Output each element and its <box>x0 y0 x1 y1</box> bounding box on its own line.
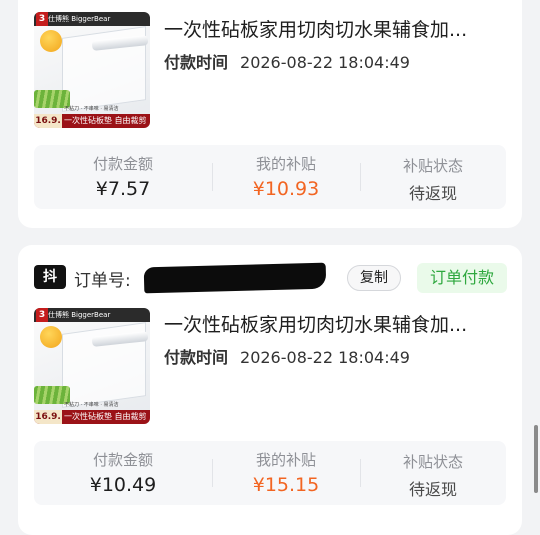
amount-label: 付款金额 <box>92 155 153 173</box>
product-image-badge: 3 <box>36 308 48 322</box>
pay-time: 付款时间 2026-08-22 18:04:49 <box>164 344 410 368</box>
product-image-features: 不粘刀 · 不串味 · 易清洁 <box>64 402 119 408</box>
order-card[interactable]: 抖 订单号: 复制 订单付款 仕博熊 BiggerBear 3 不粘刀 · 不串… <box>18 245 522 535</box>
order-stats: 付款金额 ¥10.49 我的补贴 ¥15.15 补贴状态 待返现 <box>34 441 506 505</box>
subsidy-status-label: 补贴状态 <box>402 453 463 471</box>
order-header: 抖 订单号: 复制 订单付款 <box>34 262 507 294</box>
product-image-brand: 仕博熊 BiggerBear <box>34 12 150 26</box>
subsidy-stat: 我的补贴 ¥10.93 <box>212 145 360 209</box>
subsidy-value: ¥15.15 <box>252 474 320 496</box>
order-stats: 付款金额 ¥7.57 我的补贴 ¥10.93 补贴状态 待返现 <box>34 145 506 209</box>
pay-time-value: 2026-08-22 18:04:49 <box>240 53 410 72</box>
subsidy-status-value: 待返现 <box>408 184 457 203</box>
order-status-badge: 订单付款 <box>417 263 507 293</box>
subsidy-status-stat: 补贴状态 待返现 <box>360 145 506 209</box>
amount-stat: 付款金额 ¥7.57 <box>34 145 212 209</box>
amount-value: ¥7.57 <box>95 178 151 200</box>
redacted-order-number <box>143 262 327 294</box>
subsidy-status-label: 补贴状态 <box>402 157 463 175</box>
product-image-brand: 仕博熊 BiggerBear <box>34 308 150 322</box>
pay-time: 付款时间 2026-08-22 18:04:49 <box>164 49 410 73</box>
subsidy-stat: 我的补贴 ¥15.15 <box>212 441 360 505</box>
product-image-caption: 一次性砧板垫 自由裁剪 <box>64 116 147 125</box>
product-image-price: 16.9. <box>34 114 62 128</box>
lemon-graphic <box>40 30 62 52</box>
pay-time-value: 2026-08-22 18:04:49 <box>240 348 410 367</box>
douyin-icon: 抖 <box>34 265 66 289</box>
subsidy-value: ¥10.93 <box>252 178 320 200</box>
pay-time-label: 付款时间 <box>164 348 229 367</box>
scrollbar[interactable] <box>534 425 538 493</box>
copy-button[interactable]: 复制 <box>347 265 401 291</box>
product-image-features: 不粘刀 · 不串味 · 易清洁 <box>64 106 119 112</box>
pay-time-label: 付款时间 <box>164 53 229 72</box>
order-number-label: 订单号: <box>74 271 131 291</box>
product-image-badge: 3 <box>36 12 48 26</box>
order-card[interactable]: 仕博熊 BiggerBear 3 不粘刀 · 不串味 · 易清洁 16.9. 一… <box>18 0 522 228</box>
product-image[interactable]: 仕博熊 BiggerBear 3 不粘刀 · 不串味 · 易清洁 16.9. 一… <box>34 12 150 128</box>
subsidy-status-stat: 补贴状态 待返现 <box>360 441 506 505</box>
subsidy-label: 我的补贴 <box>255 451 316 469</box>
product-image[interactable]: 仕博熊 BiggerBear 3 不粘刀 · 不串味 · 易清洁 16.9. 一… <box>34 308 150 424</box>
subsidy-label: 我的补贴 <box>255 155 316 173</box>
subsidy-status-value: 待返现 <box>408 480 457 499</box>
product-image-price: 16.9. <box>34 410 62 424</box>
product-title[interactable]: 一次性砧板家用切肉切水果辅食加... <box>164 310 504 337</box>
amount-label: 付款金额 <box>92 451 153 469</box>
amount-stat: 付款金额 ¥10.49 <box>34 441 212 505</box>
amount-value: ¥10.49 <box>89 474 157 496</box>
product-title[interactable]: 一次性砧板家用切肉切水果辅食加... <box>164 15 504 42</box>
product-image-caption: 一次性砧板垫 自由裁剪 <box>64 412 147 421</box>
lemon-graphic <box>40 326 62 348</box>
